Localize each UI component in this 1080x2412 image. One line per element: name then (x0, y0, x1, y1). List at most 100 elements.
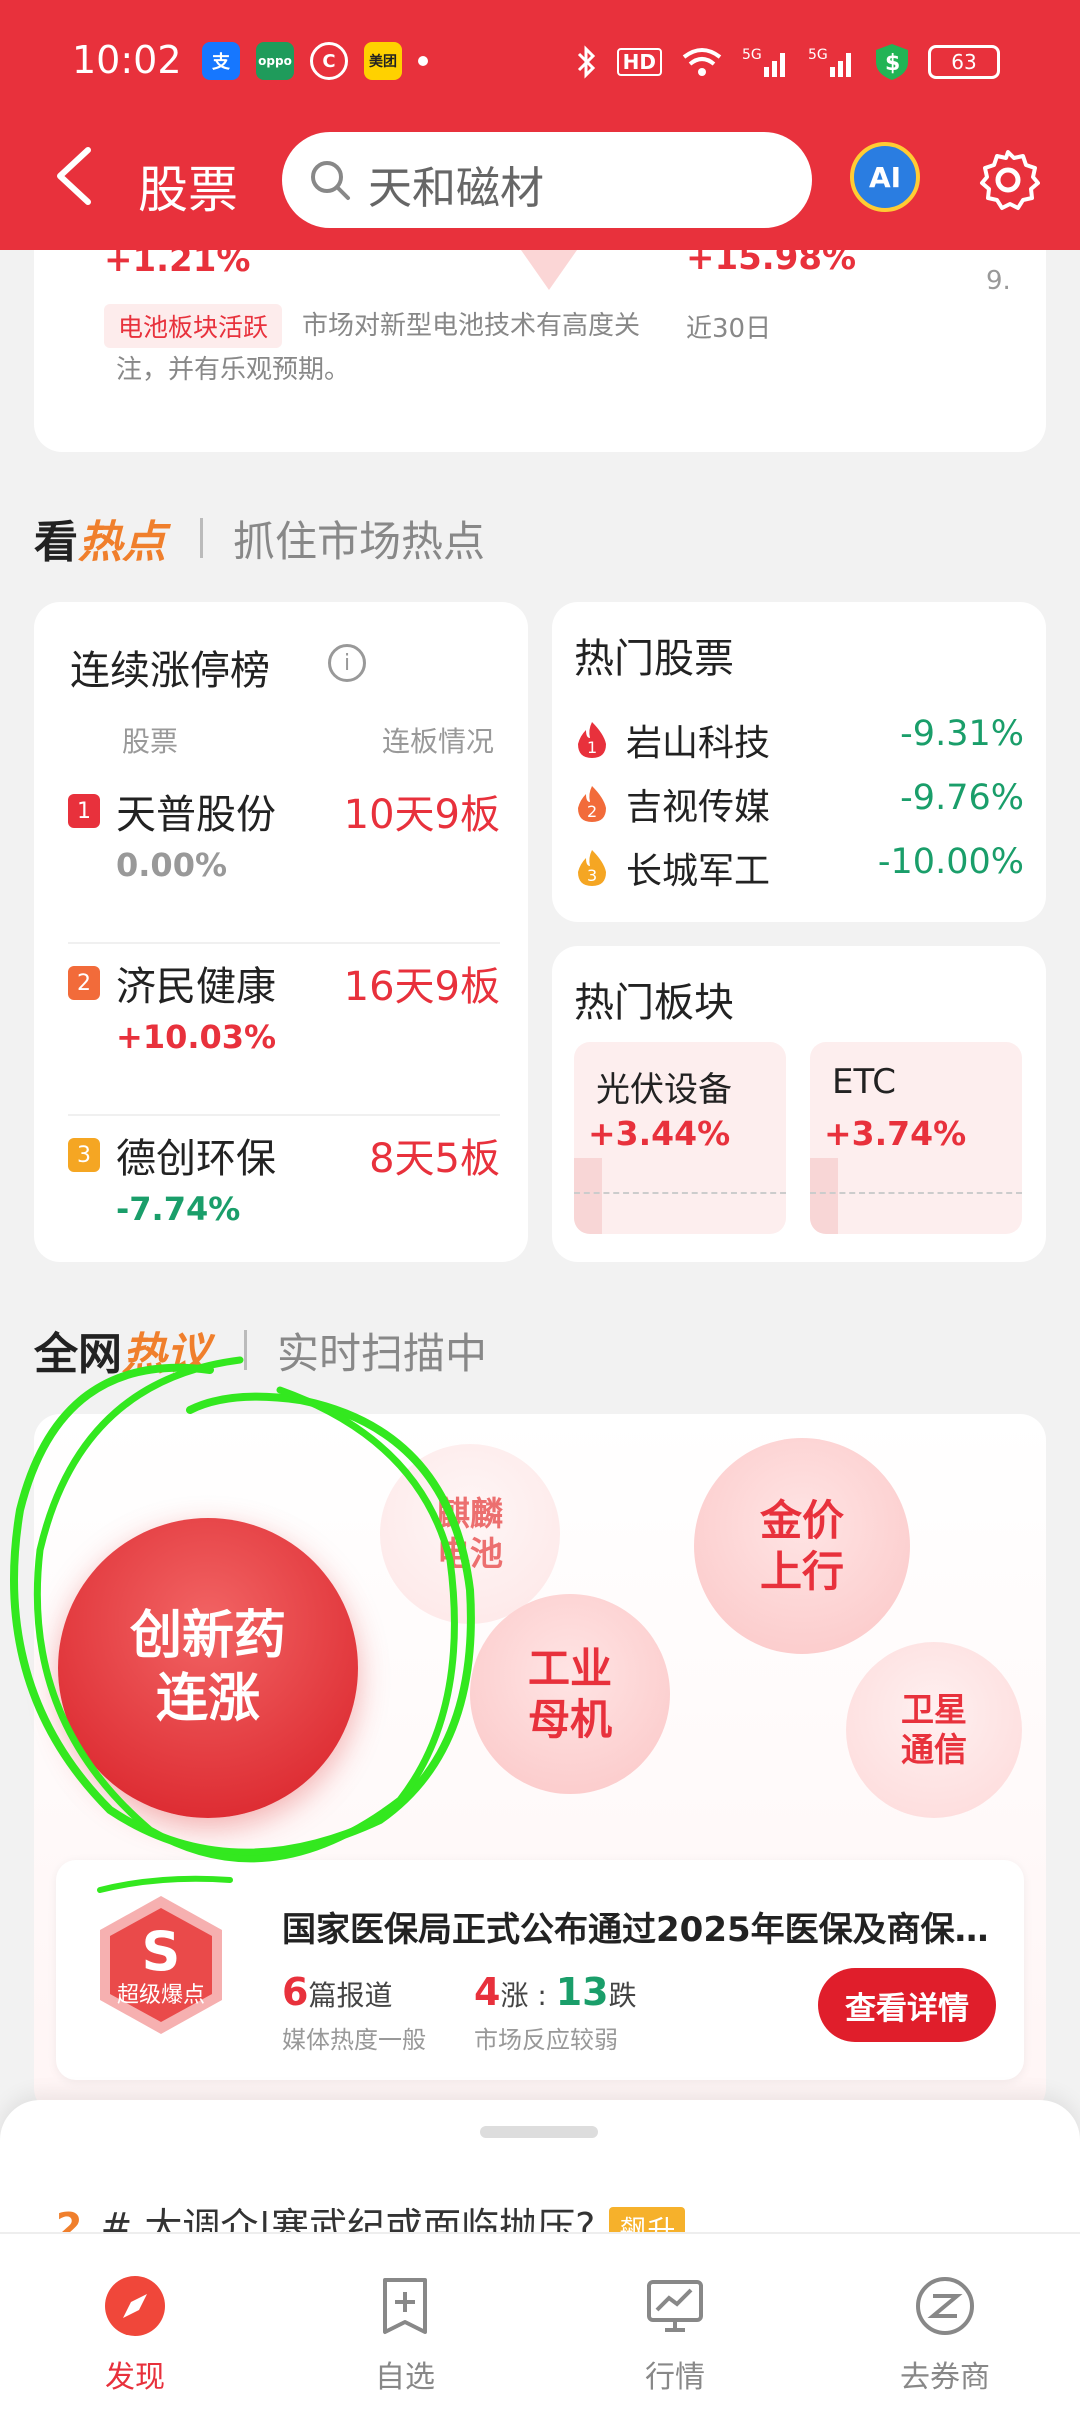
bottom-tab-bar: 发现 自选 行情 去券商 (0, 2232, 1080, 2412)
topic-tag: 电池板块活跃 (104, 304, 283, 348)
c-app-icon: C (310, 42, 348, 80)
hot-stock-row[interactable]: 1 岩山科技 -9.31% (574, 710, 1024, 770)
sector-name: 光伏设备 (596, 1070, 732, 1110)
board-streak: 10天9板 (343, 792, 500, 838)
limit-up-board-card[interactable]: 连续涨停榜 i 股票 连板情况 1 天普股份 0.00% 10天9板 2 济民健… (34, 602, 528, 1262)
hot-section-title-b: 热点 (78, 517, 166, 568)
limit-up-row[interactable]: 1 天普股份 0.00% 10天9板 (68, 772, 500, 944)
stock-name: 天普股份 (116, 792, 276, 838)
info-icon[interactable]: i (328, 644, 366, 682)
settings-gear-icon[interactable] (976, 148, 1040, 212)
security-shield-icon: $ (876, 44, 908, 80)
board-streak: 8天5板 (369, 1136, 500, 1182)
hot-stocks-title: 热门股票 (574, 636, 734, 682)
battery-indicator: 63 (928, 45, 1000, 79)
signal-5g-icon-2: 5G (808, 47, 851, 77)
svg-text:2: 2 (587, 802, 597, 821)
sector-sparkline (810, 1158, 838, 1234)
rank-badge: 2 (68, 966, 100, 1000)
fire-rank-2-icon: 2 (578, 786, 606, 822)
view-detail-button[interactable]: 查看详情 (818, 1968, 996, 2042)
rank-badge: 1 (68, 794, 100, 828)
page-title: 股票 (138, 161, 238, 219)
market-reaction-note: 市场反应较弱 (474, 2026, 618, 2054)
sheet-drag-handle[interactable] (480, 2126, 598, 2138)
svg-text:超级爆点: 超级爆点 (117, 1983, 205, 2008)
search-bar[interactable]: 天和磁材 (282, 132, 812, 228)
topic-bubble[interactable]: 麒麟电池 (380, 1444, 560, 1624)
discussion-section-header: 全网 热议 实时扫描中 (34, 1318, 487, 1382)
topic-bubble[interactable]: 金价上行 (694, 1438, 910, 1654)
topic-period: 近30日 (686, 314, 772, 344)
limit-up-row[interactable]: 2 济民健康 +10.03% 16天9板 (68, 944, 500, 1116)
svg-text:S: S (142, 1920, 181, 1983)
col-header-board: 连板情况 (381, 725, 494, 758)
broker-icon (916, 2277, 974, 2335)
stock-change: -10.00% (877, 842, 1024, 882)
sector-baseline (810, 1192, 1022, 1194)
search-input[interactable]: 天和磁材 (368, 152, 544, 216)
topic-bubble-main[interactable]: 创新药连涨 (58, 1518, 358, 1818)
stock-change: -9.76% (900, 778, 1024, 818)
meituan-icon: 美团 (364, 42, 402, 80)
tab-watchlist[interactable]: 自选 (270, 2234, 540, 2412)
hot-sectors-card[interactable]: 热门板块 光伏设备 +3.44% ETC +3.74% (552, 946, 1046, 1262)
discussion-title-b: 热议 (122, 1329, 210, 1380)
tab-broker[interactable]: 去券商 (810, 2234, 1080, 2412)
col-header-stock: 股票 (122, 725, 179, 758)
fire-rank-3-icon: 3 (578, 850, 606, 886)
topic-bubble[interactable]: 卫星通信 (846, 1642, 1022, 1818)
super-hot-badge-icon: S 超级爆点 (100, 1896, 222, 2034)
nav-bar: 股票 天和磁材 AI (0, 128, 1080, 228)
sector-change: +3.44% (588, 1114, 731, 1153)
news-headline: 国家医保局正式公布通过2025年医保及商保... (282, 1910, 992, 1950)
limit-up-row[interactable]: 3 德创环保 -7.74% 8天5板 (68, 1116, 500, 1288)
up-down-stat: 4涨 : 13跌 (474, 1970, 637, 2014)
tab-market[interactable]: 行情 (540, 2234, 810, 2412)
divider (200, 518, 203, 558)
status-right: HD 5G 5G $ 63 (575, 42, 1000, 82)
hot-sectors-title: 热门板块 (574, 980, 734, 1026)
fire-rank-1-icon: 1 (578, 722, 606, 758)
hot-section-subtitle: 抓住市场热点 (233, 516, 486, 566)
search-icon (311, 161, 350, 200)
discussion-subtitle: 实时扫描中 (277, 1328, 488, 1378)
board-streak: 16天9板 (343, 964, 500, 1010)
app-header: 10:02 支 oppo C 美团 HD 5G 5G $ 63 股票 天和磁材 … (0, 0, 1080, 250)
sector-tile[interactable]: 光伏设备 +3.44% (574, 1042, 786, 1234)
media-heat-note: 媒体热度一般 (282, 2026, 426, 2054)
limit-up-board-title: 连续涨停榜 (70, 648, 270, 694)
ai-assistant-button[interactable]: AI (850, 142, 920, 212)
sector-tile[interactable]: ETC +3.74% (810, 1042, 1022, 1234)
stock-name: 长城军工 (626, 851, 771, 892)
svg-text:$: $ (885, 51, 900, 76)
tab-discover[interactable]: 发现 (0, 2234, 270, 2412)
hot-stock-row[interactable]: 3 长城军工 -10.00% (574, 838, 1024, 898)
hot-discussion-card: 麒麟电池 金价上行 创新药连涨 工业母机 卫星通信 S 超级爆点 国家医保局正式… (34, 1414, 1046, 2114)
rank-badge: 3 (68, 1138, 100, 1172)
status-time: 10:02 (72, 38, 182, 82)
sector-change: +3.74% (824, 1114, 967, 1153)
signal-5g-icon: 5G (742, 47, 785, 77)
wifi-icon (682, 48, 722, 76)
news-card[interactable]: S 超级爆点 国家医保局正式公布通过2025年医保及商保... 6篇报道 4涨 … (56, 1860, 1024, 2080)
stock-name: 吉视传媒 (626, 787, 771, 828)
topic-bubble[interactable]: 工业母机 (470, 1594, 670, 1794)
discussion-title-a: 全网 (34, 1329, 122, 1380)
alipay-icon: 支 (202, 42, 240, 80)
hot-stock-row[interactable]: 2 吉视传媒 -9.76% (574, 774, 1024, 834)
reports-stat: 6篇报道 (282, 1970, 393, 2014)
more-dot-icon (418, 56, 428, 66)
hot-stocks-card[interactable]: 热门股票 1 岩山科技 -9.31% 2 吉视传媒 -9.76% 3 长城军工 … (552, 602, 1046, 922)
status-bar: 10:02 支 oppo C 美团 HD 5G 5G $ 63 (0, 28, 1080, 98)
svg-text:5G: 5G (742, 47, 762, 63)
back-arrow-icon[interactable] (50, 146, 100, 206)
stock-change: -7.74% (116, 1190, 241, 1228)
svg-text:3: 3 (587, 866, 597, 885)
divider (244, 1330, 247, 1370)
compass-icon (105, 2276, 165, 2336)
hot-section-header: 看 热点 抓住市场热点 (34, 506, 485, 570)
stock-name: 济民健康 (116, 964, 276, 1010)
notification-icons: 支 oppo C 美团 (202, 42, 428, 80)
svg-text:1: 1 (587, 738, 597, 757)
